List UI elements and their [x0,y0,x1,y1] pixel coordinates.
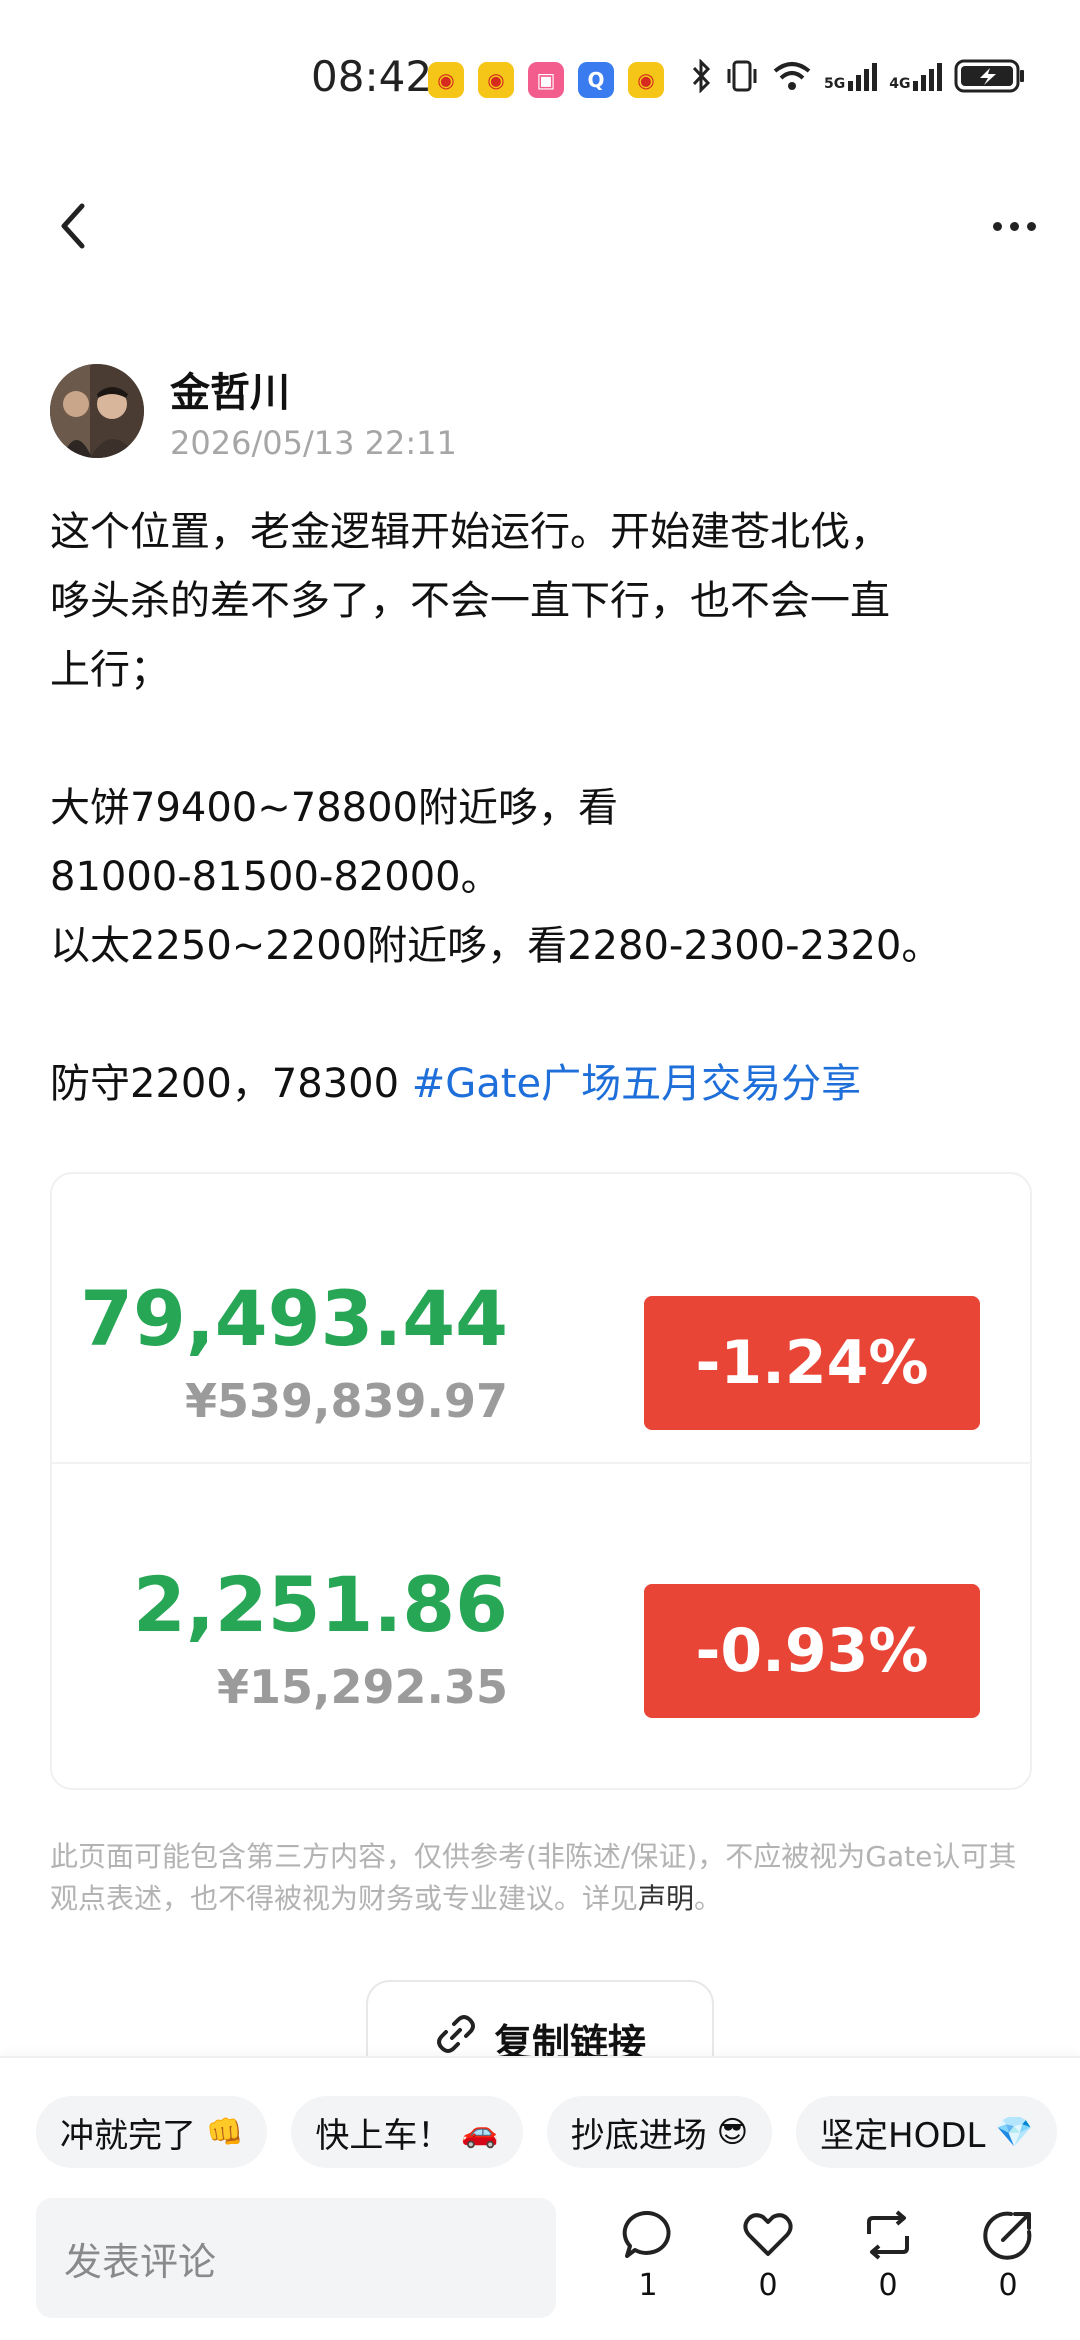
chip-label: 抄底进场 [570,2115,707,2156]
weibo-icon: ◉ [428,62,464,98]
ticker-price: 79,493.44 [80,1274,508,1363]
ticker-row[interactable]: 2,251.86 ¥15,292.35 -0.93% [52,1462,1030,1750]
post-line: 上行； [50,647,170,693]
share-count: 0 [998,2268,1018,2303]
ticker-change-badge: -0.93% [644,1584,980,1718]
quick-reply-chip[interactable]: 抄底进场 😎 [546,2096,772,2168]
car-emoji-icon: 🚗 [461,2114,499,2150]
comment-count: 1 [638,2268,658,2303]
share-button[interactable]: 0 [968,2208,1048,2303]
post-line [50,981,1040,1050]
vibrate-icon [727,60,757,92]
ticker-row[interactable]: 79,493.44 ¥539,839.97 -1.24% [52,1174,1030,1462]
disclaimer: 此页面可能包含第三方内容，仅供参考(非陈述/保证)，不应被视为Gate认可其观点… [50,1836,1040,1920]
notification-icons: ◉ ◉ ▣ Q ◉ [428,62,664,98]
quick-reply-chip[interactable]: 坚定HODL 💎 [796,2096,1057,2168]
repost-count: 0 [878,2268,898,2303]
like-button[interactable]: 0 [728,2208,808,2303]
status-bar: 08:42 ◉ ◉ ▣ Q ◉ 5G 4G [0,0,1080,140]
system-indicators: 5G 4G [690,58,1026,94]
post-timestamp: 2026/05/13 22:11 [170,424,457,462]
fist-emoji-icon: 👊 [206,2114,244,2150]
like-count: 0 [758,2268,778,2303]
post-line: 哆头杀的差不多了，不会一直下行，也不会一直 [50,578,890,624]
ticker-price-cny: ¥15,292.35 [216,1660,508,1714]
bluetooth-icon [692,59,711,93]
chip-label: 快上车！ [315,2115,452,2156]
quick-reply-chip[interactable]: 快上车！ 🚗 [291,2096,523,2168]
signal-icon [848,63,878,91]
post-line: 这个位置，老金逻辑开始运行。开始建苍北伐， [50,509,890,555]
post-line [50,705,1040,774]
weibo-icon: ◉ [478,62,514,98]
repost-button[interactable]: 0 [848,2208,928,2303]
browser-icon: Q [578,62,614,98]
sunglasses-emoji-icon: 😎 [716,2114,748,2150]
ticker-card: 79,493.44 ¥539,839.97 -1.24% 2,251.86 ¥1… [50,1172,1032,1790]
more-dot-icon [1009,221,1019,231]
comment-input[interactable]: 发表评论 [36,2198,556,2318]
more-dot-icon [992,221,1002,231]
chip-label: 冲就完了 [60,2115,196,2156]
bottom-bar: 冲就完了 👊 快上车！ 🚗 抄底进场 😎 坚定HODL 💎 发表评论 1 0 0 0 [0,2056,1080,2340]
statement-link[interactable]: 声明 [638,1882,694,1915]
share-icon [983,2211,1032,2260]
bilibili-icon: ▣ [528,62,564,98]
ticker-price-cny: ¥539,839.97 [184,1374,508,1428]
disclaimer-suffix: 。 [694,1882,723,1915]
weibo-icon: ◉ [628,62,664,98]
post-content: 这个位置，老金逻辑开始运行。开始建苍北伐， 哆头杀的差不多了，不会一直下行，也不… [50,498,1040,1119]
author-avatar[interactable] [50,364,144,458]
network-4g-label: 4G [889,76,911,92]
post-line: 防守2200，78300 [50,1061,412,1107]
back-arrow-icon [61,203,85,249]
chip-label: 坚定HODL [820,2115,986,2156]
quick-reply-chip[interactable]: 冲就完了 👊 [36,2096,268,2168]
more-dot-icon [1026,221,1036,231]
quick-reply-row: 冲就完了 👊 快上车！ 🚗 抄底进场 😎 坚定HODL 💎 [36,2096,1057,2168]
disclaimer-text: 此页面可能包含第三方内容，仅供参考(非陈述/保证)，不应被视为Gate认可其观点… [50,1840,1017,1915]
ticker-price: 2,251.86 [132,1560,508,1649]
network-5g-label: 5G [824,76,846,92]
diamond-emoji-icon: 💎 [995,2114,1033,2150]
signal-icon [913,63,943,91]
battery-charging-icon [954,59,1025,93]
more-options-button[interactable] [982,200,1046,252]
repost-icon [867,2210,909,2260]
post-line-last: 防守2200，78300 #Gate广场五月交易分享 [50,1050,1040,1119]
post-line: 大饼79400~78800附近哆，看 [50,785,619,831]
comment-icon [622,2210,671,2258]
heart-icon [743,2213,793,2256]
wifi-icon [773,62,811,90]
comment-button[interactable]: 1 [608,2208,688,2303]
post-line: 以太2250~2200附近哆，看2280-2300-2320。 [50,923,942,969]
status-time: 08:42 [311,52,433,101]
back-button[interactable] [48,196,98,256]
hashtag-link[interactable]: #Gate广场五月交易分享 [412,1061,861,1107]
ticker-change-badge: -1.24% [644,1296,980,1430]
link-icon [436,2015,475,2053]
post-line: 81000-81500-82000。 [50,854,501,900]
author-name[interactable]: 金哲川 [170,360,290,418]
